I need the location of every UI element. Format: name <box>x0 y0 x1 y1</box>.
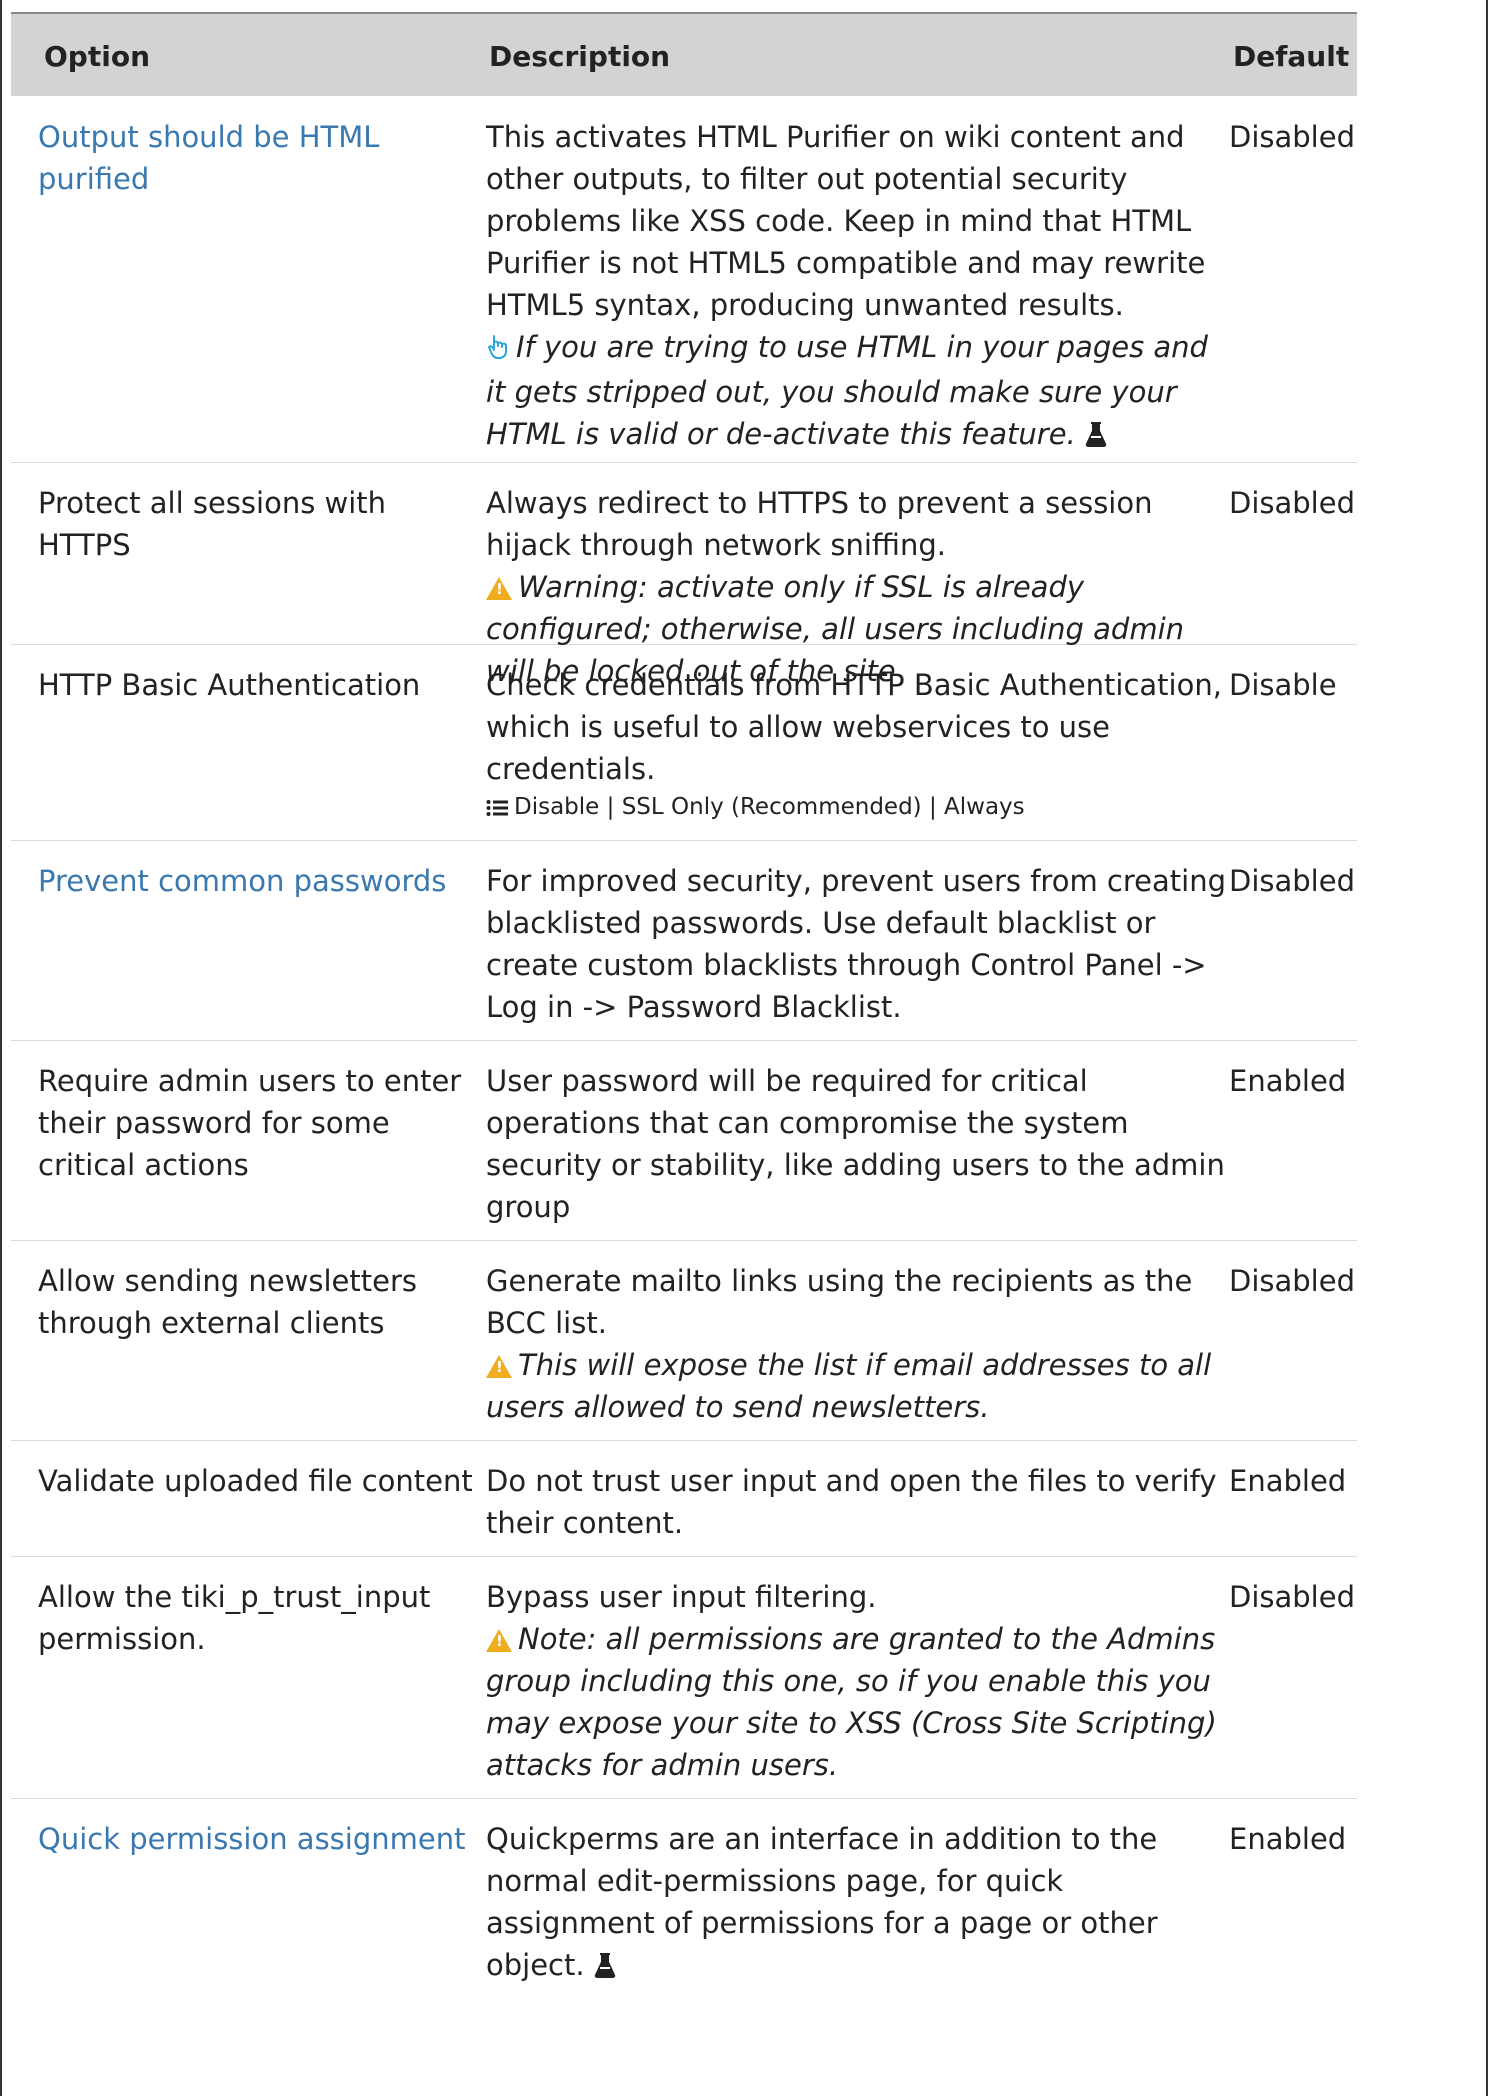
default-value: Disabled <box>1229 120 1355 154</box>
option-label: Allow sending newsletters through extern… <box>38 1264 417 1340</box>
flask-icon <box>1085 416 1107 458</box>
warning-text: Note: all permissions are granted to the… <box>486 1622 1217 1782</box>
option-label: Allow the tiki_p_trust_input permission. <box>38 1580 431 1656</box>
option-label: Require admin users to enter their passw… <box>38 1064 462 1182</box>
warning-note: Note: all permissions are granted to the… <box>486 1622 1217 1782</box>
table-header: Option Description Default <box>11 12 1357 96</box>
default-value: Disabled <box>1229 1580 1355 1614</box>
warning-text: This will expose the list if email addre… <box>486 1348 1212 1424</box>
warning-note: This will expose the list if email addre… <box>486 1348 1211 1424</box>
header-option: Option <box>44 40 150 73</box>
list-icon <box>486 793 508 827</box>
default-value: Enabled <box>1229 1064 1347 1098</box>
options-list: Disable | SSL Only (Recommended) | Alway… <box>486 790 1231 827</box>
flask-icon <box>594 1947 616 1989</box>
description-cell: This activates HTML Purifier on wiki con… <box>486 116 1231 458</box>
description-text: Check credentials from HTTP Basic Authen… <box>486 668 1222 786</box>
warning-triangle-icon <box>486 1629 512 1652</box>
option-label: Protect all sessions with HTTPS <box>38 486 387 562</box>
option-label: Validate uploaded file content <box>38 1464 473 1498</box>
table-row: Output should be HTML purified This acti… <box>11 96 1357 463</box>
description-text: Always redirect to HTTPS to prevent a se… <box>486 486 1153 562</box>
option-link-html-purified[interactable]: Output should be HTML purified <box>38 116 478 200</box>
default-value: Disabled <box>1229 486 1355 520</box>
description-text: Generate mailto links using the recipien… <box>486 1264 1193 1340</box>
table-row: Quick permission assignment Quickperms a… <box>11 1798 1357 2098</box>
default-value: Disabled <box>1229 864 1355 898</box>
option-link-prevent-common-passwords[interactable]: Prevent common passwords <box>38 860 478 902</box>
warning-triangle-icon <box>486 577 512 600</box>
description-text: For improved security, prevent users fro… <box>486 864 1226 1024</box>
table-row: Require admin users to enter their passw… <box>11 1040 1357 1241</box>
header-default: Default <box>1233 40 1350 73</box>
table-row: Protect all sessions with HTTPS Always r… <box>11 462 1357 688</box>
options-text: Disable | SSL Only (Recommended) | Alway… <box>514 794 1025 820</box>
table-row: HTTP Basic Authentication Check credenti… <box>11 644 1357 841</box>
description-cell: Quickperms are an interface in addition … <box>486 1818 1231 1989</box>
tip-note: If you are trying to use HTML in your pa… <box>486 330 1208 451</box>
description-text: This activates HTML Purifier on wiki con… <box>486 120 1206 322</box>
table-row: Allow the tiki_p_trust_input permission.… <box>11 1556 1357 1799</box>
header-description: Description <box>489 40 671 73</box>
page-border-left <box>0 0 2 2096</box>
option-link-quick-permission-assignment[interactable]: Quick permission assignment <box>38 1818 478 1860</box>
page-border-right <box>1486 0 1488 2096</box>
description-text: Bypass user input filtering. <box>486 1580 877 1614</box>
default-value: Disable <box>1229 668 1337 702</box>
description-cell: Bypass user input filtering. Note: all p… <box>486 1576 1231 1786</box>
default-value: Enabled <box>1229 1822 1347 1856</box>
description-text: User password will be required for criti… <box>486 1064 1225 1224</box>
table-row: Validate uploaded file content Do not tr… <box>11 1440 1357 1557</box>
description-cell: Generate mailto links using the recipien… <box>486 1260 1231 1428</box>
warning-triangle-icon <box>486 1355 512 1378</box>
description-cell: Check credentials from HTTP Basic Authen… <box>486 664 1231 827</box>
description-text: Do not trust user input and open the fil… <box>486 1464 1217 1540</box>
pointing-hand-icon <box>486 329 510 371</box>
description-text: Quickperms are an interface in addition … <box>486 1822 1158 1982</box>
table-row: Allow sending newsletters through extern… <box>11 1240 1357 1441</box>
option-label: HTTP Basic Authentication <box>38 668 421 702</box>
table-row: Prevent common passwords For improved se… <box>11 840 1357 1041</box>
default-value: Enabled <box>1229 1464 1347 1498</box>
default-value: Disabled <box>1229 1264 1355 1298</box>
